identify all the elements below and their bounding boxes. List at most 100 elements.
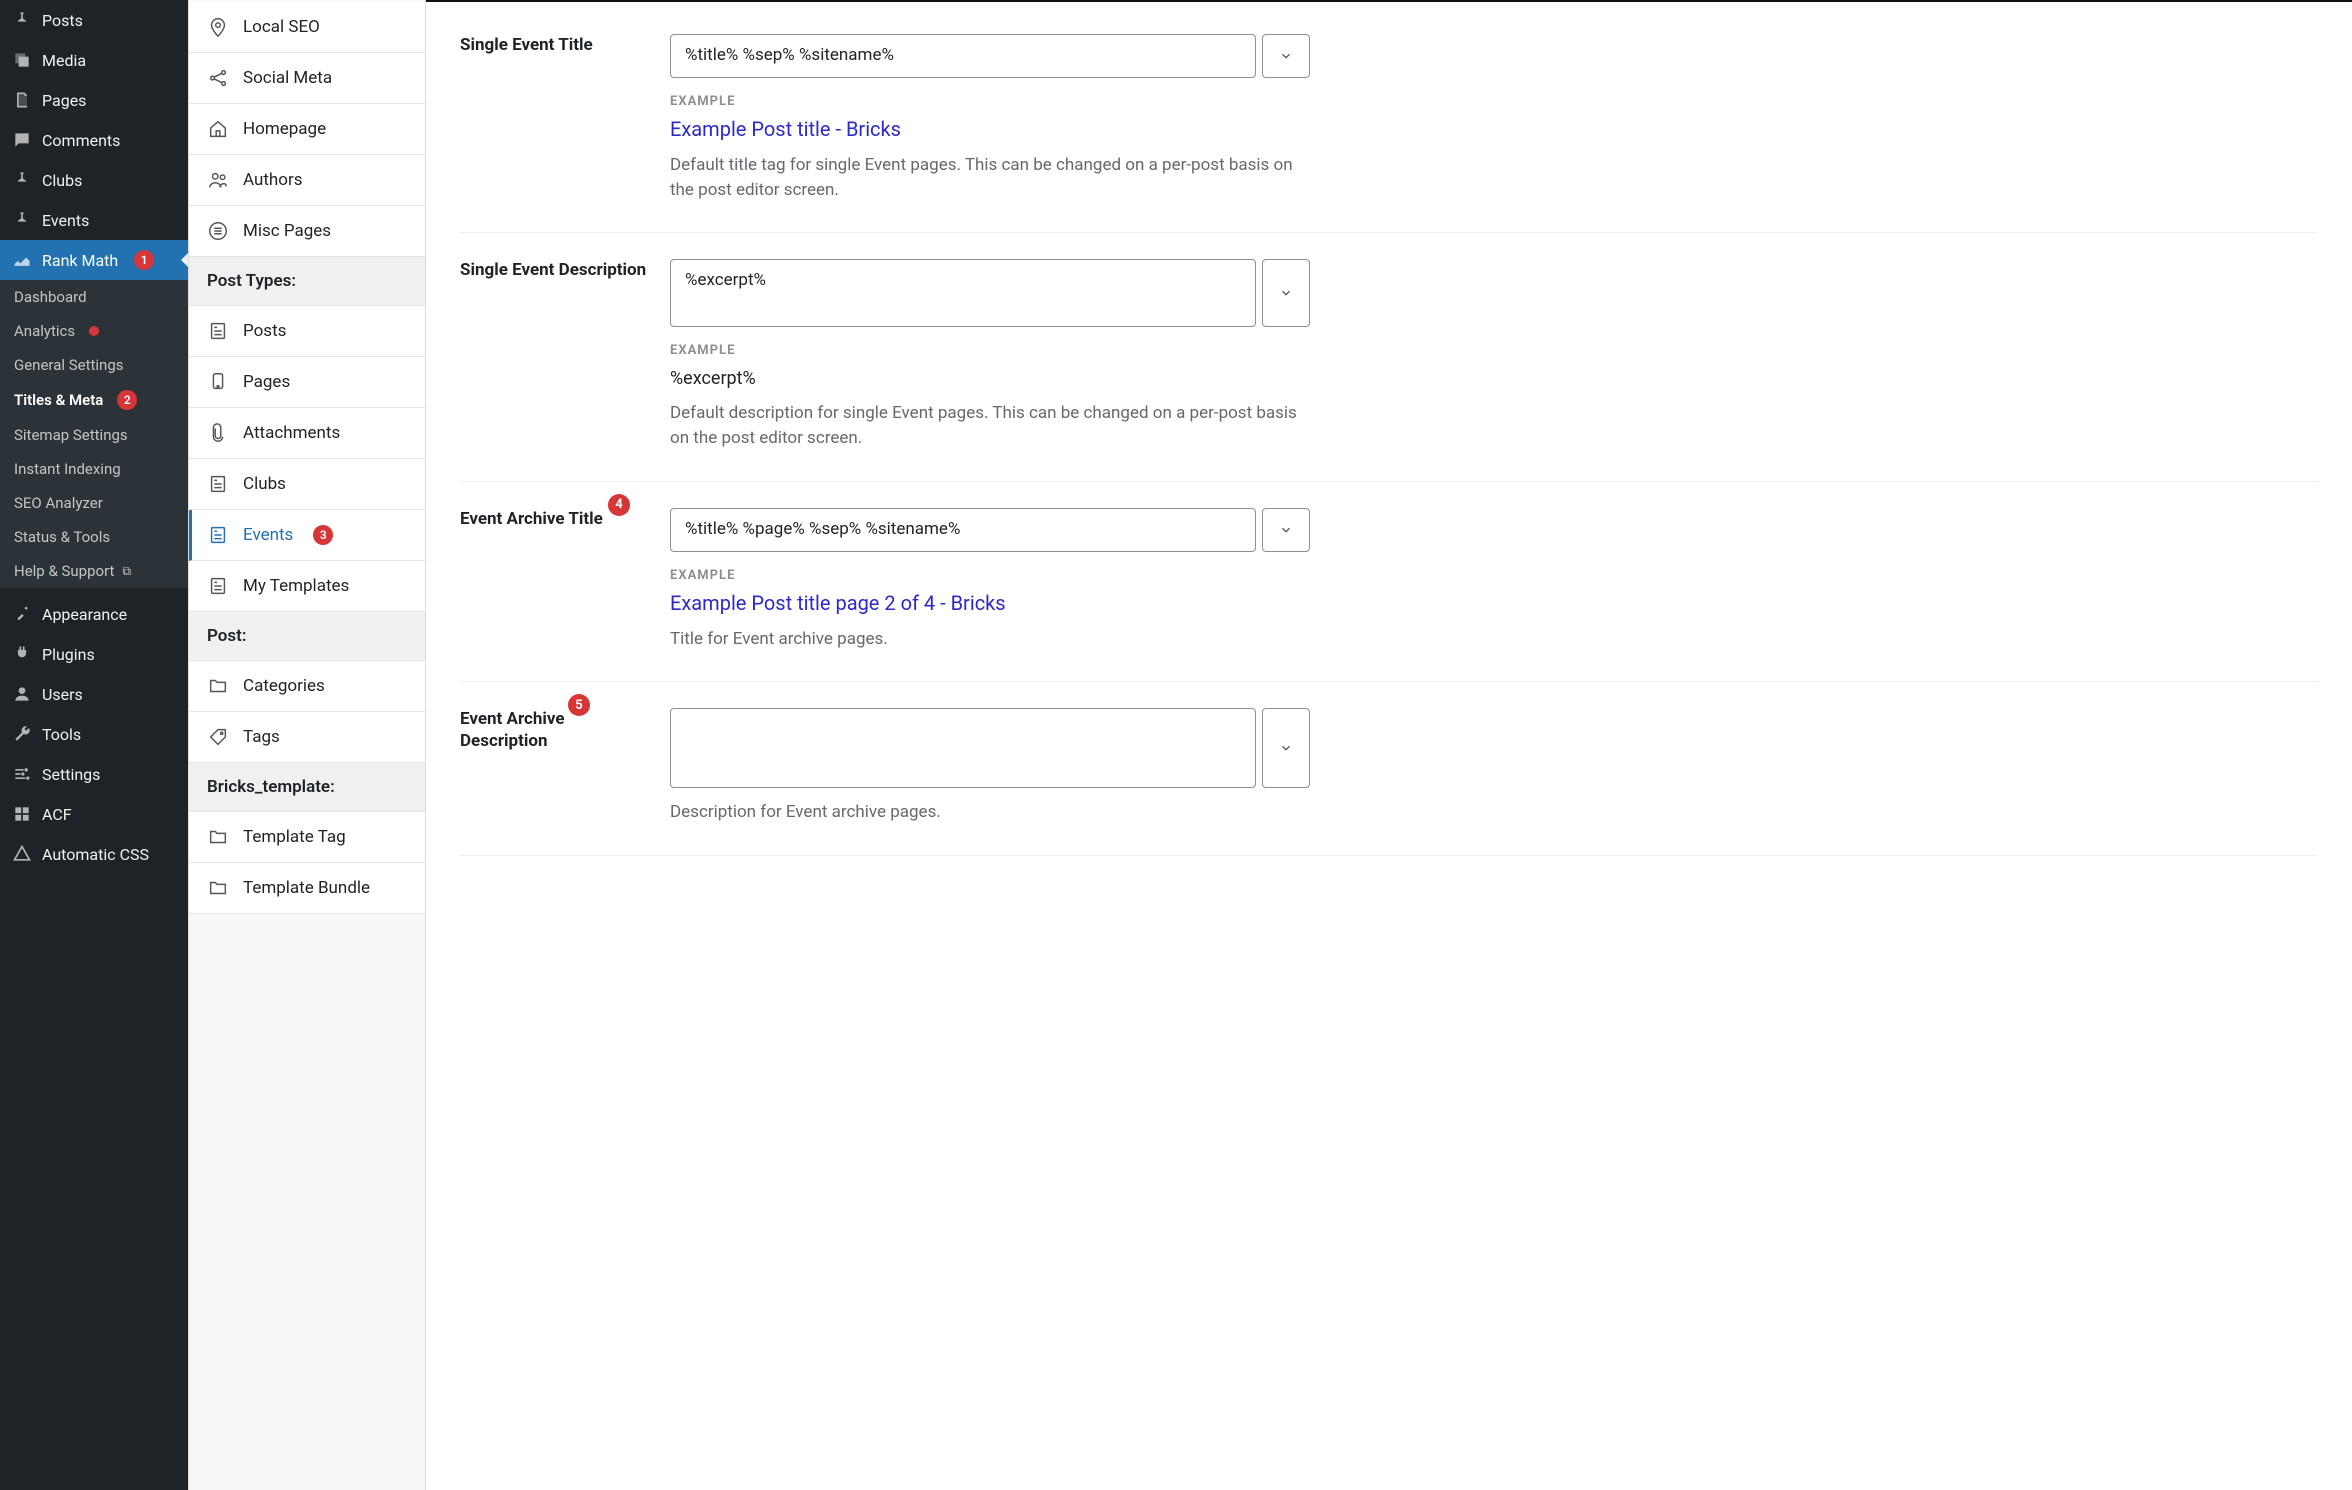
label: Plugins — [42, 645, 95, 664]
label: Pages — [243, 372, 290, 392]
example-label: EXAMPLE — [670, 94, 1310, 109]
sidebar-item-posts[interactable]: Posts — [0, 0, 188, 40]
sidebar-item-plugins[interactable]: Plugins — [0, 634, 188, 674]
tag-icon — [207, 726, 229, 748]
sidebar-item-rank-math[interactable]: Rank Math 1 — [0, 240, 188, 280]
tab-clubs[interactable]: Clubs — [189, 459, 425, 510]
label: My Templates — [243, 576, 349, 596]
users-icon — [207, 169, 229, 191]
tab-template-tag[interactable]: Template Tag — [189, 812, 425, 863]
tab-homepage[interactable]: Homepage — [189, 104, 425, 155]
variables-dropdown-button[interactable] — [1262, 259, 1310, 327]
comment-icon — [12, 130, 32, 150]
sidebar-item-clubs[interactable]: Clubs — [0, 160, 188, 200]
tab-tags[interactable]: Tags — [189, 712, 425, 763]
folder-icon — [207, 675, 229, 697]
label: Events — [243, 525, 293, 545]
tab-posts[interactable]: Posts — [189, 306, 425, 357]
pin-icon — [12, 170, 32, 190]
post-icon — [207, 524, 229, 546]
chevron-down-icon — [1279, 286, 1293, 300]
tab-my-templates[interactable]: My Templates — [189, 561, 425, 612]
field-event-archive-description: Event Archive Description 5 Description … — [460, 682, 2318, 856]
brush-icon — [12, 604, 32, 624]
label: Settings — [42, 765, 100, 784]
pin-icon — [12, 210, 32, 230]
sidebar-item-events[interactable]: Events — [0, 200, 188, 240]
label: Clubs — [243, 474, 286, 494]
label: Posts — [42, 11, 83, 30]
submenu-analytics[interactable]: Analytics — [0, 314, 188, 348]
post-icon — [207, 320, 229, 342]
sidebar-item-pages[interactable]: Pages — [0, 80, 188, 120]
variables-dropdown-button[interactable] — [1262, 708, 1310, 788]
submenu-general-settings[interactable]: General Settings — [0, 348, 188, 382]
sidebar-item-media[interactable]: Media — [0, 40, 188, 80]
submenu-titles-meta[interactable]: Titles & Meta2 — [0, 382, 188, 418]
field-single-event-description: Single Event Description %excerpt% EXAMP… — [460, 233, 2318, 481]
submenu-seo-analyzer[interactable]: SEO Analyzer — [0, 486, 188, 520]
sidebar-item-users[interactable]: Users — [0, 674, 188, 714]
submenu-sitemap-settings[interactable]: Sitemap Settings — [0, 418, 188, 452]
sliders-icon — [12, 764, 32, 784]
sidebar-item-acf[interactable]: ACF — [0, 794, 188, 834]
label: Template Bundle — [243, 878, 370, 898]
tab-local-seo[interactable]: Local SEO — [189, 2, 425, 53]
tab-social-meta[interactable]: Social Meta — [189, 53, 425, 104]
field-label: Single Event Title — [460, 34, 650, 56]
sidebar-item-settings[interactable]: Settings — [0, 754, 188, 794]
tab-categories[interactable]: Categories — [189, 661, 425, 712]
tab-events[interactable]: Events 3 — [189, 510, 425, 561]
submenu-dashboard[interactable]: Dashboard — [0, 280, 188, 314]
rank-math-submenu: Dashboard Analytics General Settings Tit… — [0, 280, 188, 588]
external-icon: ⧉ — [122, 564, 131, 579]
submenu-help-support[interactable]: Help & Support⧉ — [0, 554, 188, 588]
label: Posts — [243, 321, 286, 341]
label: Events — [42, 211, 89, 230]
single-event-description-input[interactable]: %excerpt% — [670, 259, 1256, 327]
label: Social Meta — [243, 68, 332, 88]
sidebar-item-automatic-css[interactable]: Automatic CSS — [0, 834, 188, 874]
notification-badge: 1 — [134, 250, 154, 270]
step-badge: 3 — [313, 525, 333, 545]
paperclip-icon — [207, 422, 229, 444]
help-text: Default description for single Event pag… — [670, 401, 1310, 450]
tab-authors[interactable]: Authors — [189, 155, 425, 206]
submenu-instant-indexing[interactable]: Instant Indexing — [0, 452, 188, 486]
chevron-down-icon — [1279, 741, 1293, 755]
example-preview-link[interactable]: Example Post title - Bricks — [670, 117, 1310, 141]
tab-misc-pages[interactable]: Misc Pages — [189, 206, 425, 257]
share-icon — [207, 67, 229, 89]
section-bricks-template: Bricks_template: — [189, 763, 425, 812]
label: Appearance — [42, 605, 127, 624]
variables-dropdown-button[interactable] — [1262, 34, 1310, 78]
label: Media — [42, 51, 86, 70]
grid-icon — [12, 804, 32, 824]
folder-icon — [207, 826, 229, 848]
event-archive-title-input[interactable]: %title% %page% %sep% %sitename% — [670, 508, 1256, 552]
label: Categories — [243, 676, 325, 696]
step-badge: 4 — [608, 494, 630, 516]
sidebar-item-appearance[interactable]: Appearance — [0, 594, 188, 634]
submenu-status-tools[interactable]: Status & Tools — [0, 520, 188, 554]
list-icon — [207, 220, 229, 242]
tab-pages[interactable]: Pages — [189, 357, 425, 408]
page-icon — [207, 371, 229, 393]
label: Rank Math — [42, 251, 118, 270]
single-event-title-input[interactable]: %title% %sep% %sitename% — [670, 34, 1256, 78]
sidebar-item-tools[interactable]: Tools — [0, 714, 188, 754]
tab-attachments[interactable]: Attachments — [189, 408, 425, 459]
label: Users — [42, 685, 83, 704]
help-text: Default title tag for single Event pages… — [670, 153, 1310, 202]
sidebar-item-comments[interactable]: Comments — [0, 120, 188, 160]
label: Automatic CSS — [42, 845, 149, 864]
home-icon — [207, 118, 229, 140]
variables-dropdown-button[interactable] — [1262, 508, 1310, 552]
tab-template-bundle[interactable]: Template Bundle — [189, 863, 425, 914]
label: Template Tag — [243, 827, 346, 847]
plug-icon — [12, 644, 32, 664]
example-preview-link[interactable]: Example Post title page 2 of 4 - Bricks — [670, 591, 1310, 615]
section-post-types: Post Types: — [189, 257, 425, 306]
field-event-archive-title: Event Archive Title 4 %title% %page% %se… — [460, 482, 2318, 683]
event-archive-description-input[interactable] — [670, 708, 1256, 788]
